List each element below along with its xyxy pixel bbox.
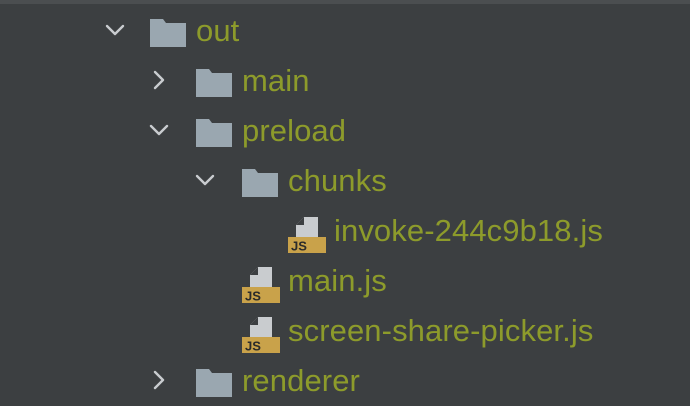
chevron-down-icon[interactable] <box>148 119 170 141</box>
js-file-icon: JS <box>288 215 328 253</box>
svg-text:JS: JS <box>245 339 261 354</box>
tree-item-label: screen-share-picker.js <box>288 313 594 348</box>
js-file-icon: JS <box>242 315 282 353</box>
chevron-right-icon[interactable] <box>148 369 170 391</box>
tree-item-label: main.js <box>288 263 387 298</box>
tree-row-main[interactable]: main <box>0 56 690 106</box>
tree-item-label: out <box>196 13 240 48</box>
tree-row-chunks[interactable]: chunks <box>0 156 690 206</box>
tree-item-label: chunks <box>288 163 387 198</box>
tree-row-screen-share-picker-js[interactable]: JS screen-share-picker.js <box>0 306 690 356</box>
folder-icon <box>242 167 278 197</box>
js-file-icon: JS <box>242 265 282 303</box>
tree-item-label: preload <box>242 113 347 148</box>
chevron-right-icon[interactable] <box>148 69 170 91</box>
folder-icon <box>196 67 232 97</box>
tree-row-preload[interactable]: preload <box>0 106 690 156</box>
svg-text:JS: JS <box>245 289 261 304</box>
tree-item-label: invoke-244c9b18.js <box>334 213 603 248</box>
chevron-down-icon[interactable] <box>104 19 126 41</box>
tree-row-main-js[interactable]: JS main.js <box>0 256 690 306</box>
tree-row-renderer[interactable]: renderer <box>0 356 690 406</box>
folder-icon <box>196 367 232 397</box>
chevron-down-icon[interactable] <box>194 169 216 191</box>
tree-item-label: renderer <box>242 363 360 398</box>
tree-row-invoke-js[interactable]: JS invoke-244c9b18.js <box>0 206 690 256</box>
tree-row-out[interactable]: out <box>0 6 690 56</box>
folder-icon <box>196 117 232 147</box>
svg-text:JS: JS <box>291 239 307 254</box>
folder-icon <box>150 17 186 47</box>
tree-item-label: main <box>242 63 310 98</box>
panel-top-edge <box>0 0 690 4</box>
